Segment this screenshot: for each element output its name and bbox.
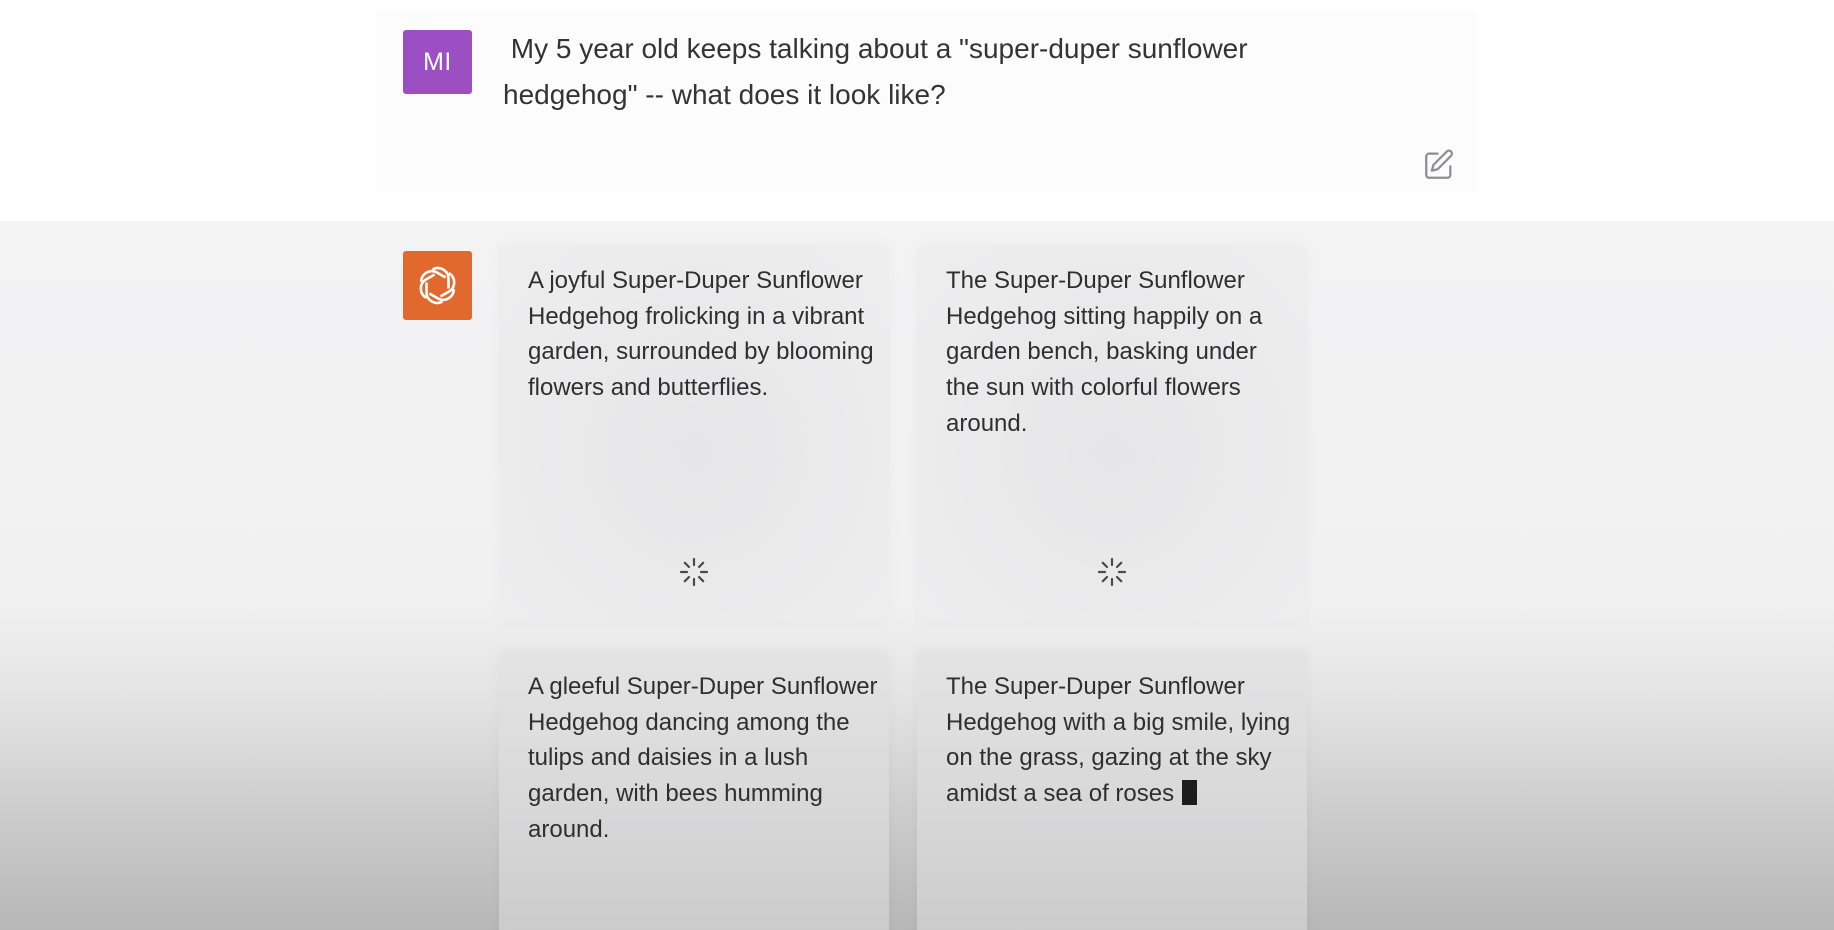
image-prompt-text: The Super-Duper Sunflower Hedgehog sitti… (946, 267, 1263, 437)
image-prompt-text: A joyful Super-Duper Sunflower Hedgehog … (528, 267, 874, 402)
openai-logo-icon (419, 266, 456, 305)
image-card[interactable]: The Super-Duper Sunflower Hedgehog with … (917, 651, 1307, 930)
image-card[interactable]: The Super-Duper Sunflower Hedgehog sitti… (917, 245, 1307, 621)
spinner-icon (679, 557, 709, 587)
user-avatar: MI (403, 30, 472, 94)
image-card[interactable]: A gleeful Super-Duper Sunflower Hedgehog… (499, 651, 889, 930)
assistant-avatar (403, 251, 472, 320)
edit-message-button[interactable] (1422, 148, 1456, 182)
image-prompt-text: A gleeful Super-Duper Sunflower Hedgehog… (528, 673, 878, 843)
spinner-icon (1097, 557, 1127, 587)
typing-cursor (1182, 780, 1198, 806)
chat-window: MI My 5 year old keeps talking about a "… (0, 0, 1834, 930)
image-prompt-text: The Super-Duper Sunflower Hedgehog with … (946, 669, 1296, 812)
image-card[interactable]: A joyful Super-Duper Sunflower Hedgehog … (499, 245, 889, 621)
assistant-message-row: A joyful Super-Duper Sunflower Hedgehog … (0, 221, 1834, 930)
image-prompt-streaming-text: The Super-Duper Sunflower Hedgehog with … (946, 673, 1291, 808)
user-message-text: My 5 year old keeps talking about a "sup… (503, 33, 1248, 110)
edit-icon (1425, 149, 1454, 179)
user-message-row: MI My 5 year old keeps talking about a "… (0, 0, 1834, 221)
